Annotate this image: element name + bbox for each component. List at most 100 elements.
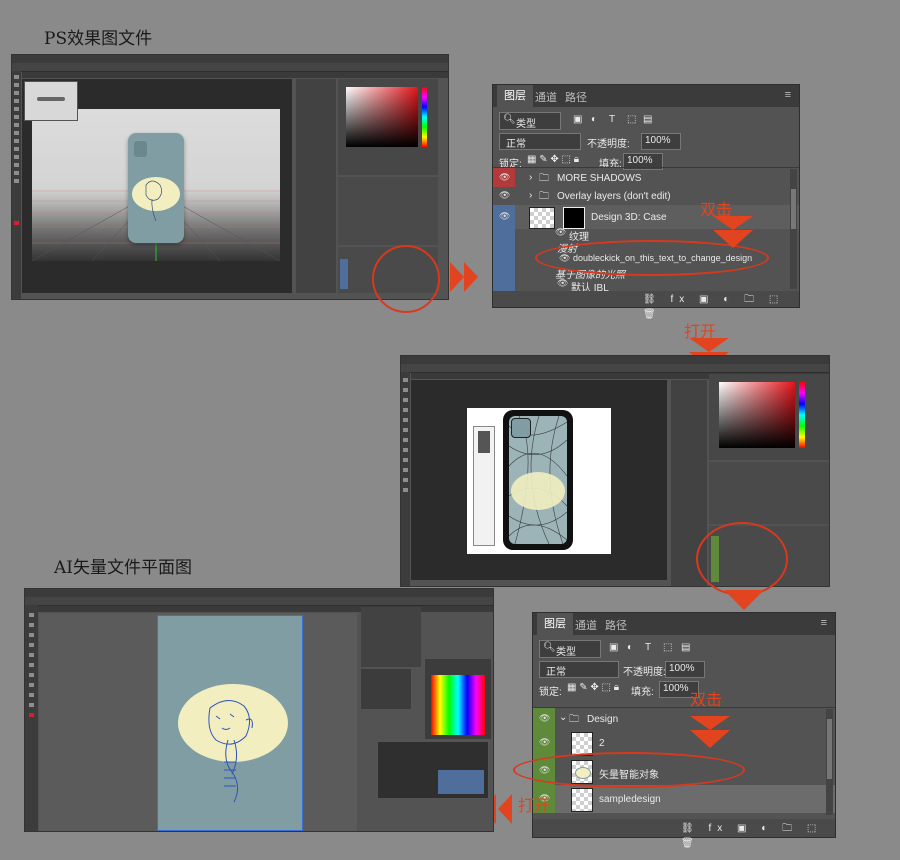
artboard-area[interactable] (39, 613, 357, 831)
panel-menu-icon[interactable]: ≡ (821, 617, 827, 629)
opacity-label: 不透明度: (623, 667, 666, 678)
lock-icons[interactable]: ▦ ✎ ✥ ⬚ 🔒︎ (567, 682, 619, 693)
canvas-area[interactable] (22, 79, 292, 293)
case-texture-inner (509, 416, 567, 544)
tab-channels[interactable]: 通道 (575, 617, 597, 633)
artboard (157, 615, 303, 831)
color-spectrum[interactable] (431, 675, 485, 735)
opacity-input[interactable]: 100% (665, 661, 705, 678)
document-tabs (22, 72, 448, 78)
lock-icons[interactable]: ▦ ✎ ✥ ⬚ 🔒︎ (527, 154, 579, 165)
chevron-right-icon[interactable]: › (529, 190, 532, 201)
filter-row: 🔍︎ 类型 ▣ ◐ T ⬚ ▤ (493, 111, 799, 131)
color-panel (709, 374, 829, 460)
toolbar (12, 71, 21, 299)
color-field[interactable] (719, 382, 795, 448)
layer-name: Overlay layers (don't edit) (557, 191, 671, 202)
filter-smart-icon[interactable]: ▤ (681, 642, 690, 653)
filter-kind-value: 类型 (516, 119, 536, 130)
layer-name: MORE SHADOWS (557, 173, 642, 184)
opacity-label: 不透明度: (587, 139, 630, 150)
visibility-eye-icon[interactable]: 👁︎ (539, 737, 550, 748)
layer-name: sampledesign (599, 794, 661, 805)
filter-pixel-icon[interactable]: ▣ (573, 114, 582, 125)
layers-panel-bottom: 图层 通道 路径 ≡ 🔍︎ 类型 ▣ ◐ T ⬚ ▤ 正常 不透明度: 100%… (532, 612, 836, 849)
layer-more-shadows[interactable]: 👁︎ › 🗀 MORE SHADOWS (493, 167, 799, 188)
visibility-eye-icon[interactable]: 👁︎ (499, 172, 510, 183)
blend-row: 正常 不透明度: 100% (533, 661, 835, 679)
blend-mode-select[interactable]: 正常 (539, 661, 619, 678)
blend-row: 正常 不透明度: 100% (493, 133, 799, 151)
visibility-eye-icon[interactable]: 👁︎ (499, 190, 510, 201)
layer-thumbnail (571, 788, 593, 812)
lock-row: 锁定: ▦ ✎ ✥ ⬚ 🔒︎ 填充: 100% (533, 681, 835, 699)
texture-oval (511, 472, 565, 510)
chevron-down-icon[interactable]: ⌄ (559, 712, 567, 723)
lock-label: 锁定: (539, 687, 562, 698)
filter-adjust-icon[interactable]: ◐ (591, 114, 597, 125)
visibility-eye-icon[interactable]: 👁︎ (539, 713, 550, 724)
filter-shape-icon[interactable]: ⬚ (627, 114, 636, 125)
filter-kind-select[interactable]: 🔍︎ 类型 (539, 640, 601, 658)
properties-panel (361, 607, 421, 667)
visibility-eye-icon[interactable]: 👁︎ (557, 278, 568, 289)
filter-type-icon[interactable]: T (609, 114, 615, 125)
toolbar (401, 372, 410, 586)
panel-footer-icons[interactable]: ⛓ fx ▣ ◐ 🗀 ⬚ 🗑 (681, 821, 835, 849)
fill-value: 100% (663, 683, 689, 694)
blend-mode-select[interactable]: 正常 (499, 133, 581, 150)
filter-smart-icon[interactable]: ▤ (643, 114, 652, 125)
tab-layers[interactable]: 图层 (537, 613, 573, 635)
color-panel (425, 659, 491, 739)
layer-sampledesign[interactable]: 👁︎ sampledesign (533, 785, 835, 813)
hue-slider[interactable] (422, 87, 427, 147)
ai-sketch-figure (208, 700, 253, 803)
panel-footer-icons[interactable]: ⛓ fx ▣ ◐ 🗀 ⬚ 🗑 (643, 292, 799, 320)
blend-mode-value: 正常 (506, 139, 526, 150)
tab-paths[interactable]: 路径 (605, 617, 627, 633)
tab-paths[interactable]: 路径 (565, 89, 587, 105)
opacity-input[interactable]: 100% (641, 133, 681, 150)
panel-scrollbar[interactable] (790, 169, 797, 289)
visibility-eye-icon[interactable]: 👁︎ (555, 227, 566, 238)
properties-panel (338, 177, 438, 245)
arrow-right-1 (450, 262, 478, 292)
folder-icon: 🗀 (569, 714, 579, 725)
filter-type-icon[interactable]: T (645, 642, 651, 653)
filter-kind-select[interactable]: 🔍︎ 类型 (499, 112, 561, 130)
filter-adjust-icon[interactable]: ◐ (627, 642, 633, 653)
fill-value: 100% (627, 155, 653, 166)
panel-footer: ⛓ fx ▣ ◐ 🗀 ⬚ 🗑 (493, 291, 799, 320)
ai-vector-title: AI矢量文件平面图 (54, 558, 192, 578)
layer-overlay-layers[interactable]: 👁︎ › 🗀 Overlay layers (don't edit) (493, 187, 799, 205)
properties-panel (709, 462, 829, 524)
arrow-down-double-click-2 (690, 716, 730, 748)
panel-footer: ⛓ fx ▣ ◐ 🗀 ⬚ 🗑 (533, 819, 835, 849)
canvas-area[interactable] (411, 380, 667, 580)
menu-bar (12, 55, 448, 63)
blend-mode-value: 正常 (546, 667, 566, 678)
tab-channels[interactable]: 通道 (535, 89, 557, 105)
hue-slider[interactable] (799, 382, 805, 448)
texture-document (467, 408, 611, 554)
annotation-open-2: 打开 (518, 796, 551, 815)
visibility-eye-icon[interactable]: 👁︎ (499, 211, 510, 222)
fill-label: 填充: (631, 687, 654, 698)
chevron-right-icon[interactable]: › (529, 172, 532, 183)
tab-layers[interactable]: 图层 (497, 85, 533, 107)
color-field[interactable] (346, 87, 418, 147)
toolbar (25, 605, 38, 831)
filter-kind-value: 类型 (556, 647, 576, 658)
layer-name: Design (587, 714, 619, 725)
folder-icon: 🗀 (539, 191, 549, 202)
panel-scrollbar[interactable] (826, 709, 833, 815)
right-icon-strip (296, 79, 336, 293)
highlight-ellipse-texture-layers (696, 522, 788, 596)
swatches-strip (361, 669, 411, 709)
panel-menu-icon[interactable]: ≡ (785, 89, 791, 101)
layer-design-group[interactable]: 👁︎ ⌄ 🗀 Design (533, 707, 835, 730)
annotation-double-click-2: 双击 (690, 690, 723, 709)
arrow-down-2 (724, 590, 764, 610)
filter-shape-icon[interactable]: ⬚ (663, 642, 672, 653)
filter-pixel-icon[interactable]: ▣ (609, 642, 618, 653)
